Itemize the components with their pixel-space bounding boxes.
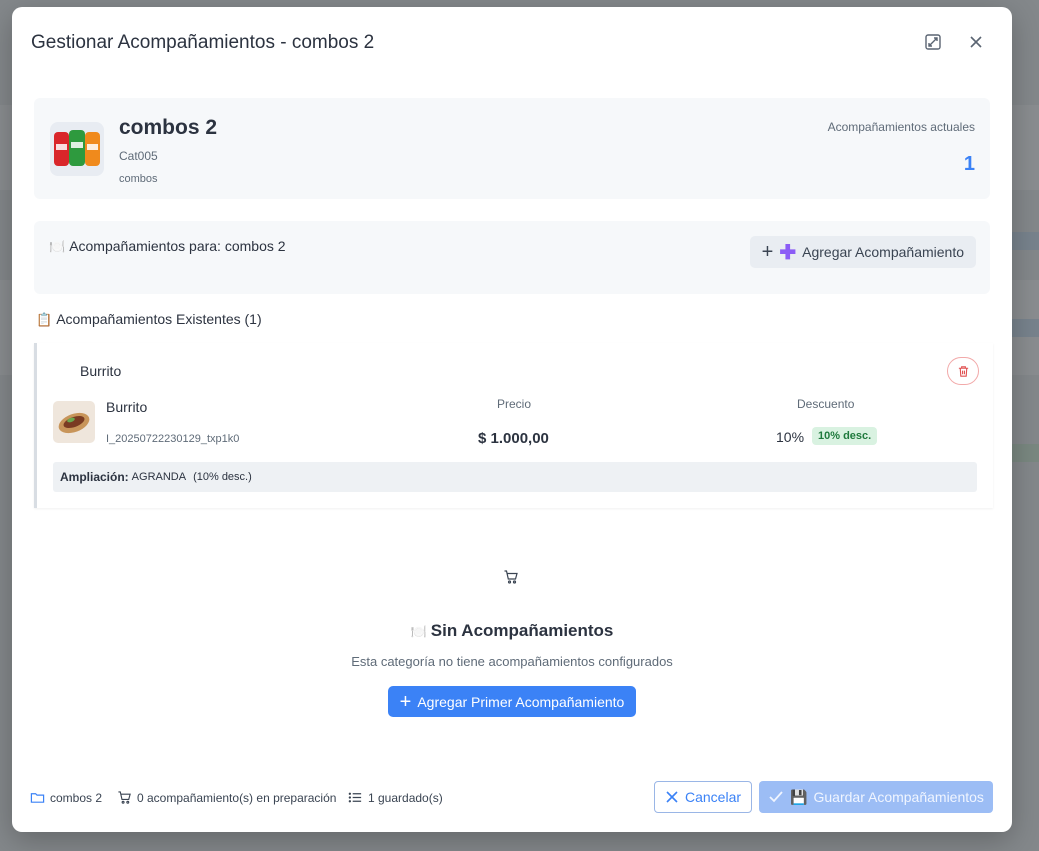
add-side-button[interactable]: + ✚ Agregar Acompañamiento: [749, 236, 976, 268]
side-item-price: $ 1.000,00: [478, 430, 549, 447]
sides-for-title: 🍽️ Acompañamientos para: combos 2: [49, 238, 286, 255]
expand-icon[interactable]: [924, 33, 942, 51]
product-code: Cat005: [119, 149, 158, 163]
empty-state-subtitle: Esta categoría no tiene acompañamientos …: [351, 654, 673, 669]
add-first-side-button-label: Agregar Primer Acompañamiento: [417, 693, 625, 710]
footer-saved-text: 1 guardado(s): [368, 790, 443, 805]
plus-purple-icon: ✚: [779, 241, 797, 264]
sides-count-value: 1: [963, 153, 975, 175]
product-name: combos 2: [119, 116, 218, 139]
manage-sides-modal: Gestionar Acompañamientos - combos 2 com…: [12, 7, 1012, 832]
footer-category-text: combos 2: [50, 790, 103, 805]
existing-sides-title: 📋 Acompañamientos Existentes (1): [36, 311, 262, 328]
list-icon: [348, 792, 362, 803]
plate-icon: 🍽️: [49, 239, 66, 254]
footer-in-preparation: 0 acompañamiento(s) en preparación: [117, 790, 336, 805]
product-image: [50, 122, 104, 176]
plus-icon: +: [761, 241, 774, 263]
close-icon[interactable]: [967, 33, 985, 51]
trash-icon: [958, 365, 968, 377]
existing-sides-title-text: Acompañamientos Existentes (1): [56, 311, 262, 327]
save-sides-button[interactable]: 💾 Guardar Acompañamientos: [759, 781, 993, 813]
side-item-discount: 10%: [776, 429, 805, 445]
check-icon: [769, 791, 783, 803]
modal-title: Gestionar Acompañamientos - combos 2: [31, 32, 375, 53]
extension-note: (10% desc.): [193, 471, 252, 483]
side-item-card: Burrito Burrito I_20250722230129_txp1k0 …: [34, 343, 993, 508]
empty-state-title: 🍽️ Sin Acompañamientos: [12, 621, 1012, 641]
sides-count-label: Acompañamientos actuales: [827, 120, 975, 134]
side-item-title: Burrito: [80, 363, 122, 379]
extension-value: AGRANDA: [131, 471, 187, 483]
side-item-name: Burrito: [106, 399, 148, 415]
add-side-button-label: Agregar Acompañamiento: [802, 244, 964, 260]
side-item-sku: I_20250722230129_txp1k0: [106, 433, 240, 445]
discount-label: Descuento: [797, 397, 855, 411]
floppy-icon: 💾: [790, 788, 808, 805]
close-icon: [666, 791, 678, 803]
extension-bar: Ampliación: AGRANDA (10% desc.): [53, 462, 977, 492]
plate-icon: 🍽️: [410, 624, 427, 639]
price-label: Precio: [497, 397, 532, 411]
footer-category: combos 2: [30, 790, 102, 805]
plus-icon: +: [399, 690, 412, 713]
clipboard-icon: 📋: [36, 312, 53, 327]
footer-in-preparation-text: 0 acompañamiento(s) en preparación: [137, 790, 337, 805]
cart-icon: [118, 791, 131, 804]
empty-state-title-text: Sin Acompañamientos: [430, 621, 614, 640]
footer-saved: 1 guardado(s): [348, 790, 443, 805]
side-item-image: [53, 401, 95, 443]
product-summary-card: combos 2 Cat005 combos Acompañamientos a…: [34, 98, 990, 199]
product-category: combos: [119, 173, 158, 185]
add-first-side-button[interactable]: + Agregar Primer Acompañamiento: [388, 686, 636, 717]
sides-for-section: 🍽️ Acompañamientos para: combos 2 + ✚ Agr…: [34, 221, 990, 294]
extension-label: Ampliación:: [60, 470, 129, 484]
cancel-button-label: Cancelar: [684, 789, 742, 805]
cart-icon: [503, 569, 519, 585]
folder-icon: [30, 793, 45, 803]
discount-badge: 10% desc.: [812, 427, 878, 445]
cancel-button[interactable]: Cancelar: [654, 781, 752, 813]
delete-side-button[interactable]: [947, 357, 979, 385]
sides-for-title-text: Acompañamientos para: combos 2: [69, 238, 286, 254]
save-sides-button-label: Guardar Acompañamientos: [813, 789, 984, 805]
